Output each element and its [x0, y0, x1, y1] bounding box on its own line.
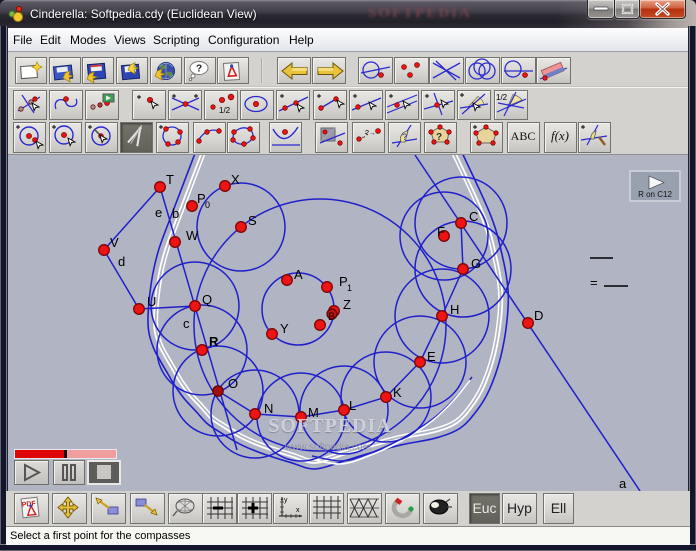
svg-text:c: c	[183, 316, 190, 331]
svg-text:=: =	[590, 275, 598, 290]
svg-text:y: y	[284, 497, 288, 504]
svg-text:D: D	[534, 308, 543, 323]
svg-text:1/2: 1/2	[219, 106, 231, 115]
svg-text:b: b	[172, 206, 179, 221]
svg-text:1: 1	[347, 283, 352, 293]
svg-text:E: E	[427, 349, 436, 364]
svg-text:x: x	[296, 507, 300, 514]
svg-text:H: H	[450, 302, 459, 317]
svg-text:?: ?	[436, 132, 442, 143]
svg-text:Q: Q	[202, 292, 212, 307]
svg-text:F: F	[437, 224, 445, 239]
svg-text:V: V	[110, 235, 119, 250]
svg-text:W: W	[186, 228, 199, 243]
svg-text:a: a	[619, 476, 627, 491]
svg-text:C: C	[469, 209, 478, 224]
svg-text:0: 0	[205, 200, 210, 210]
svg-text:G: G	[471, 256, 481, 271]
svg-text:ABC: ABC	[511, 129, 536, 143]
svg-text:f(x): f(x)	[551, 128, 569, 143]
svg-text:S: S	[248, 213, 257, 228]
svg-text:?: ?	[402, 132, 407, 142]
svg-text:B: B	[328, 311, 335, 323]
svg-text:?→: ?→	[365, 130, 376, 137]
svg-text:e: e	[155, 205, 162, 220]
svg-text:1/2: 1/2	[496, 93, 508, 102]
svg-text:A: A	[294, 267, 303, 282]
svg-text:d: d	[118, 254, 125, 269]
svg-text:O: O	[228, 376, 238, 391]
svg-text:Y: Y	[280, 321, 289, 336]
svg-text:X: X	[231, 172, 240, 187]
svg-text:?: ?	[196, 64, 202, 75]
svg-text:L: L	[349, 398, 356, 413]
svg-text:T: T	[166, 172, 174, 187]
svg-text:Z: Z	[343, 297, 351, 312]
svg-text:R: R	[209, 334, 219, 349]
svg-text:N: N	[264, 401, 273, 416]
svg-text:U: U	[147, 294, 156, 309]
svg-text:K: K	[393, 385, 402, 400]
